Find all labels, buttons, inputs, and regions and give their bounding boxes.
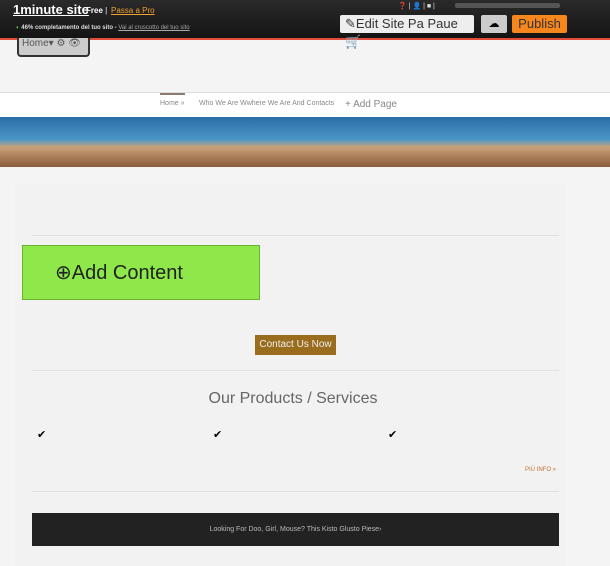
progress-text: 46% completamento del tuo sito - bbox=[21, 25, 117, 31]
nav-home[interactable]: Home » bbox=[160, 93, 185, 107]
plan-label: Free | bbox=[86, 6, 107, 15]
publish-button[interactable]: Publish bbox=[512, 15, 567, 33]
divider bbox=[32, 491, 559, 492]
upgrade-link[interactable]: Passa a Pro bbox=[111, 6, 155, 15]
eye-icon[interactable]: 👁 bbox=[68, 38, 81, 49]
nav-about[interactable]: Who We Are Wwhere We Are And Contacts bbox=[199, 100, 334, 107]
separator: | bbox=[105, 6, 108, 15]
footer-bar[interactable]: Looking For Doo, Girl, Mouse? This Kisto… bbox=[32, 513, 559, 546]
progress-gauge-icon: ◐ bbox=[16, 25, 20, 31]
cart-icon: 🛒 bbox=[345, 34, 362, 49]
add-content-label: Add Content bbox=[71, 262, 183, 284]
edit-site-button[interactable]: ✎Edit Site Pa Paue 🛒 bbox=[340, 15, 474, 49]
page-selector[interactable]: Home▾ bbox=[22, 38, 54, 49]
products-title: Our Products / Services bbox=[208, 390, 378, 407]
dashboard-link[interactable]: Vai al cruscotto del tuo sito bbox=[118, 25, 189, 31]
check-icon: ✔ bbox=[213, 429, 223, 441]
add-page-link[interactable]: + Add Page bbox=[345, 99, 397, 110]
cloud-upload-button[interactable]: ☁ bbox=[481, 15, 507, 33]
divider bbox=[32, 235, 559, 236]
edit-label: Edit Site Pa Paue bbox=[355, 16, 458, 31]
page-selector-tab[interactable]: Home▾ ⚙ 👁 bbox=[17, 38, 90, 57]
site-url-field[interactable] bbox=[455, 3, 560, 8]
add-content-button[interactable]: ⊕Add Content bbox=[22, 245, 260, 300]
more-info-link[interactable]: PIÙ INFO » bbox=[525, 467, 556, 473]
plan-name: Free bbox=[86, 6, 103, 15]
content-area bbox=[15, 183, 566, 566]
check-icon: ✔ bbox=[37, 429, 47, 441]
contact-us-button[interactable]: Contact Us Now bbox=[255, 335, 336, 355]
divider bbox=[32, 370, 559, 371]
top-icons: ❓ | 👤 | ■ | bbox=[398, 3, 435, 10]
logo[interactable]: 1minute site bbox=[13, 2, 89, 17]
header-banner-image bbox=[0, 117, 610, 167]
top-toolbar: 1minute site Free | Passa a Pro ◐ 46% co… bbox=[0, 0, 610, 49]
help-icon[interactable]: ❓ bbox=[398, 3, 407, 10]
site-nav: Home » Who We Are Wwhere We Are And Cont… bbox=[0, 92, 610, 117]
plus-circle-icon: ⊕ bbox=[55, 262, 72, 284]
settings-icon[interactable]: ■ bbox=[427, 3, 431, 10]
gear-icon[interactable]: ⚙ bbox=[56, 38, 65, 49]
user-icon[interactable]: 👤 bbox=[412, 3, 421, 10]
check-icon: ✔ bbox=[388, 429, 398, 441]
progress-status: ◐ 46% completamento del tuo sito - Vai a… bbox=[16, 25, 190, 31]
